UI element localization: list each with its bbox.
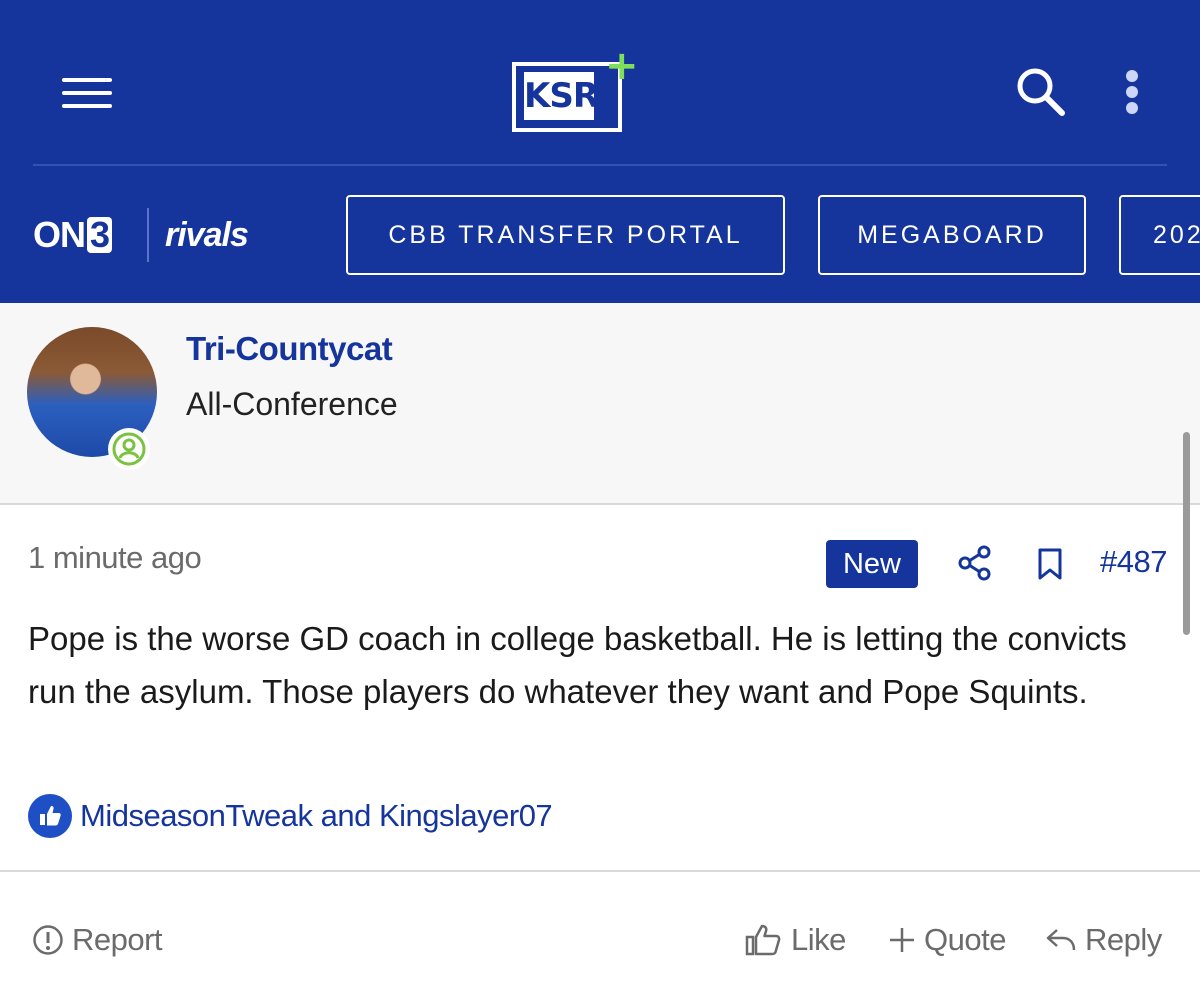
author-block bbox=[0, 303, 1200, 505]
author-name[interactable]: Tri-Countycat bbox=[186, 330, 393, 368]
more-vertical-icon[interactable] bbox=[1122, 68, 1142, 116]
like-button[interactable]: Like bbox=[745, 918, 846, 962]
likes-names[interactable]: MidseasonTweak and Kingslayer07 bbox=[80, 798, 553, 834]
post-body: Pope is the worse GD coach in college ba… bbox=[28, 620, 1127, 710]
report-icon bbox=[33, 925, 63, 955]
reply-label: Reply bbox=[1085, 922, 1162, 957]
on3-logo[interactable]: ON 3 bbox=[33, 214, 113, 256]
ksr-logo[interactable]: KSR + bbox=[512, 46, 639, 136]
logo-plus: + bbox=[605, 43, 639, 89]
site-header: KSR + ON 3 rivals CBB TRANSFER PORTAL MEG… bbox=[0, 0, 1200, 303]
brand-separator bbox=[147, 208, 149, 262]
reply-icon bbox=[1046, 929, 1076, 951]
rivals-logo[interactable]: rivals bbox=[165, 214, 249, 256]
quote-label: Quote bbox=[924, 922, 1006, 957]
bookmark-icon[interactable] bbox=[1036, 548, 1064, 580]
like-icon bbox=[745, 924, 781, 956]
quote-plus-icon bbox=[890, 928, 914, 952]
reply-button[interactable]: Reply bbox=[1045, 918, 1162, 962]
report-label: Report bbox=[72, 922, 163, 957]
menu-icon[interactable] bbox=[62, 76, 112, 110]
logo-text: KSR bbox=[524, 72, 599, 120]
post-divider bbox=[0, 870, 1200, 872]
nav-pill-cbb-transfer-portal[interactable]: CBB TRANSFER PORTAL bbox=[346, 195, 785, 275]
scrollbar[interactable] bbox=[1183, 432, 1190, 635]
share-icon[interactable] bbox=[958, 545, 992, 581]
post-timestamp[interactable]: 1 minute ago bbox=[28, 540, 202, 576]
nav-pill-2025[interactable]: 202 bbox=[1119, 195, 1200, 275]
reactions-summary: MidseasonTweak and Kingslayer07 bbox=[28, 794, 553, 838]
new-badge: New bbox=[826, 540, 918, 588]
header-divider bbox=[33, 164, 1167, 166]
nav-pill-megaboard[interactable]: MEGABOARD bbox=[818, 195, 1086, 275]
search-icon[interactable] bbox=[1015, 66, 1067, 118]
report-button[interactable]: Report bbox=[32, 918, 163, 962]
post-number[interactable]: #487 bbox=[1100, 544, 1167, 580]
thumbs-up-icon bbox=[28, 794, 72, 838]
author-title: All-Conference bbox=[186, 386, 398, 422]
quote-button[interactable]: Quote bbox=[888, 918, 1006, 962]
user-online-icon bbox=[108, 428, 150, 470]
like-label: Like bbox=[791, 922, 846, 957]
